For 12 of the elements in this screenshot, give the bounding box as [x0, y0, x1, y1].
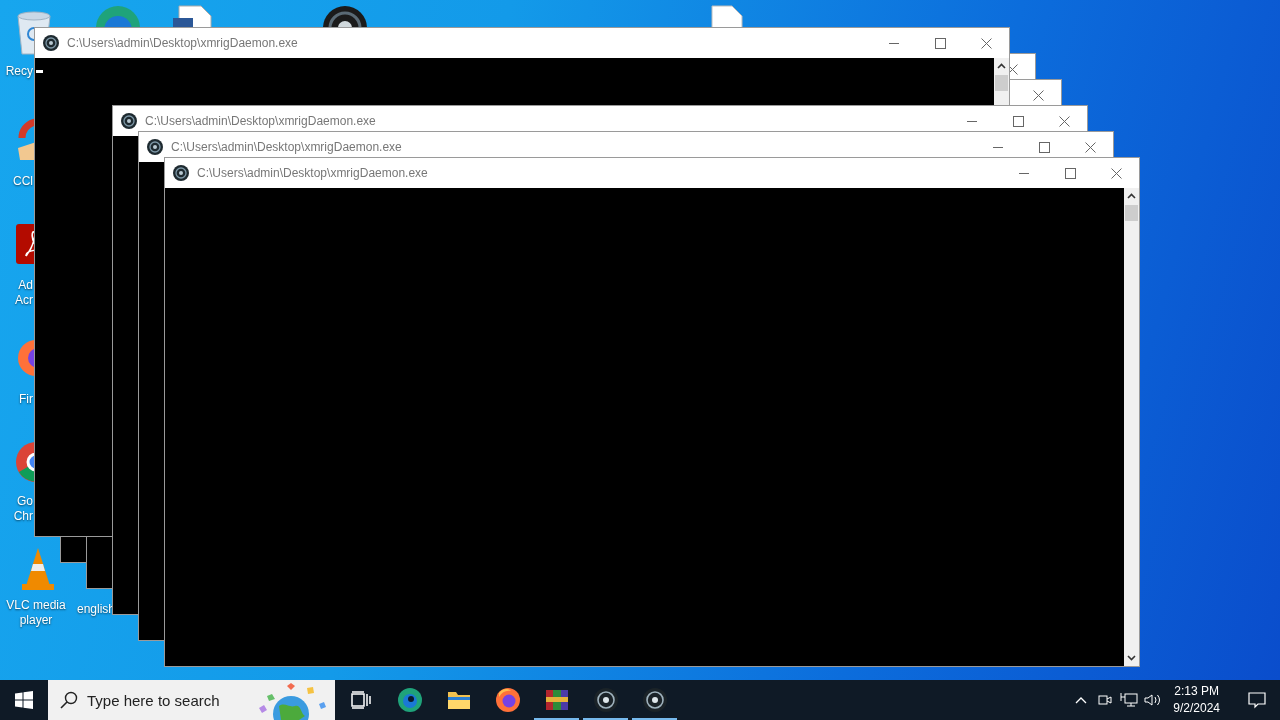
icon-label: Fir — [19, 392, 33, 407]
window-title: C:\Users\admin\Desktop\xmrigDaemon.exe — [197, 166, 428, 180]
icon-label: CCl — [13, 174, 33, 189]
window-title: C:\Users\admin\Desktop\xmrigDaemon.exe — [145, 114, 376, 128]
icon-label: Ad Acr — [15, 278, 33, 308]
icon-label: VLC media player — [6, 598, 66, 628]
icon-label: Go Chr — [13, 494, 33, 524]
search-field[interactable]: Type here to search — [48, 680, 335, 720]
icon-label: Recy — [5, 64, 33, 79]
clock[interactable]: 2:13 PM 9/2/2024 — [1165, 683, 1228, 717]
window-title: C:\Users\admin\Desktop\xmrigDaemon.exe — [67, 36, 298, 50]
window-title: C:\Users\admin\Desktop\xmrigDaemon.exe — [171, 140, 402, 154]
